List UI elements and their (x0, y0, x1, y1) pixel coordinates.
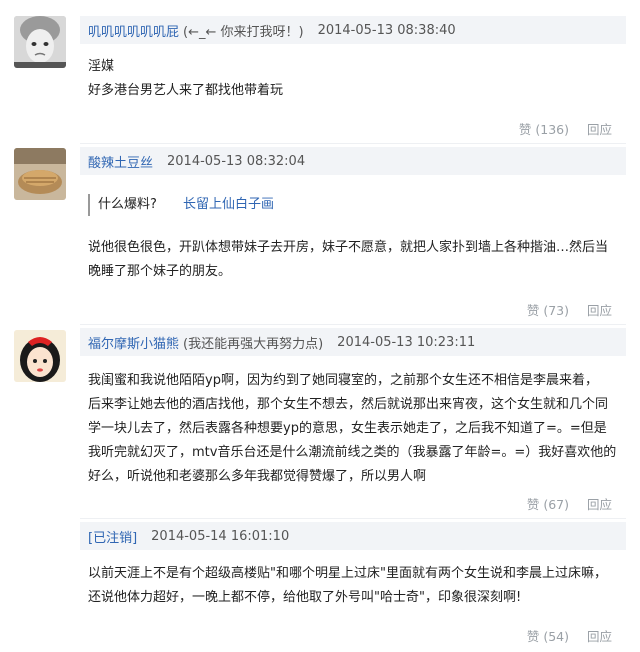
avatar[interactable] (14, 148, 66, 200)
comment-line: 学一块儿去了，然后表露各种想要yp的意思，女生表示她走了，之后我不知道了=。=但… (88, 421, 607, 436)
comment-actions: 赞 (136) 回应 (519, 119, 612, 138)
author-name[interactable]: [已注销] (88, 527, 137, 546)
comment-line: 好多港台男艺人来了都找他带着玩 (88, 83, 284, 98)
avatar-food-icon (14, 148, 66, 200)
like-button[interactable]: 赞 (136) (519, 122, 569, 137)
quote-block: 什么爆料? 长留上仙白子画 (88, 194, 274, 216)
avatar-snow-white-icon (14, 330, 66, 382)
quote-text: 什么爆料? (98, 197, 157, 212)
reply-button[interactable]: 回应 (587, 497, 612, 512)
avatar[interactable] (14, 16, 66, 68)
like-button[interactable]: 赞 (73) (527, 303, 569, 318)
timestamp: 2014-05-14 16:01:10 (151, 528, 290, 544)
comment-line: 以前天涯上不是有个超级高楼贴"和哪个明星上过床"里面就有两个女生说和李晨上过床嘛… (88, 566, 607, 581)
comment-body: 以前天涯上不是有个超级高楼贴"和哪个明星上过床"里面就有两个女生说和李晨上过床嘛… (88, 562, 618, 610)
comment-line: 好么，听说他和老婆那么多年我都觉得赞爆了，所以男人啊 (88, 469, 427, 484)
comment-body: 淫媒 好多港台男艺人来了都找他带着玩 (88, 55, 618, 103)
comment-actions: 赞 (67) 回应 (527, 494, 612, 513)
author-note: (←_← 你来打我呀！) (183, 24, 304, 40)
author-name[interactable]: 叽叽叽叽叽叽屁 (88, 21, 179, 40)
author-name[interactable]: 酸辣土豆丝 (88, 152, 153, 171)
comment-line: 说他很色很色，开趴体想带妹子去开房，妹子不愿意，就把人家扑到墙上各种揩油…然后当 (88, 240, 609, 255)
comment-line: 我听完就幻灭了，mtv音乐台还是什么潮流前线之类的（我暴露了年龄=。=）我好喜欢… (88, 445, 617, 460)
avatar-child-icon (14, 16, 66, 68)
timestamp: 2014-05-13 08:38:40 (317, 22, 456, 38)
author-note: (我还能再强大再努力点) (183, 336, 324, 352)
comment-header: [已注销] 2014-05-14 16:01:10 (80, 522, 626, 550)
comment-header: 叽叽叽叽叽叽屁 (←_← 你来打我呀！) 2014-05-13 08:38:40 (80, 16, 626, 44)
comment-line: 淫媒 (88, 59, 115, 74)
divider (80, 143, 626, 144)
comment-actions: 赞 (54) 回应 (527, 626, 612, 645)
timestamp: 2014-05-13 10:23:11 (337, 334, 476, 350)
comment-line: 后来李让她去他的酒店找他，那个女生不想去，然后就说那出来宵夜，这个女生就和几个同 (88, 397, 609, 412)
divider (80, 518, 626, 519)
comment-actions: 赞 (73) 回应 (527, 300, 612, 319)
like-button[interactable]: 赞 (54) (527, 629, 569, 644)
comment-line: 还说他体力超好，一晚上都不停，给他取了外号叫"哈士奇"，印象很深刻啊! (88, 590, 522, 605)
comment-header: 酸辣土豆丝 2014-05-13 08:32:04 (80, 147, 626, 175)
comment-header: 福尔摩斯小猫熊 (我还能再强大再努力点) 2014-05-13 10:23:11 (80, 328, 626, 356)
quote-author-link[interactable]: 长留上仙白子画 (183, 197, 274, 212)
comment-body: 我闺蜜和我说他陌陌yp啊，因为约到了她同寝室的，之前那个女生还不相信是李晨来着，… (88, 369, 618, 489)
avatar[interactable] (14, 330, 66, 382)
timestamp: 2014-05-13 08:32:04 (167, 153, 306, 169)
author-name[interactable]: 福尔摩斯小猫熊 (88, 333, 179, 352)
reply-button[interactable]: 回应 (587, 122, 612, 137)
reply-button[interactable]: 回应 (587, 629, 612, 644)
comment-body: 说他很色很色，开趴体想带妹子去开房，妹子不愿意，就把人家扑到墙上各种揩油…然后当… (88, 236, 618, 284)
divider (80, 324, 626, 325)
comment-line: 晚睡了那个妹子的朋友。 (88, 264, 232, 279)
reply-button[interactable]: 回应 (587, 303, 612, 318)
comment-line: 我闺蜜和我说他陌陌yp啊，因为约到了她同寝室的，之前那个女生还不相信是李晨来着， (88, 373, 598, 388)
like-button[interactable]: 赞 (67) (527, 497, 569, 512)
